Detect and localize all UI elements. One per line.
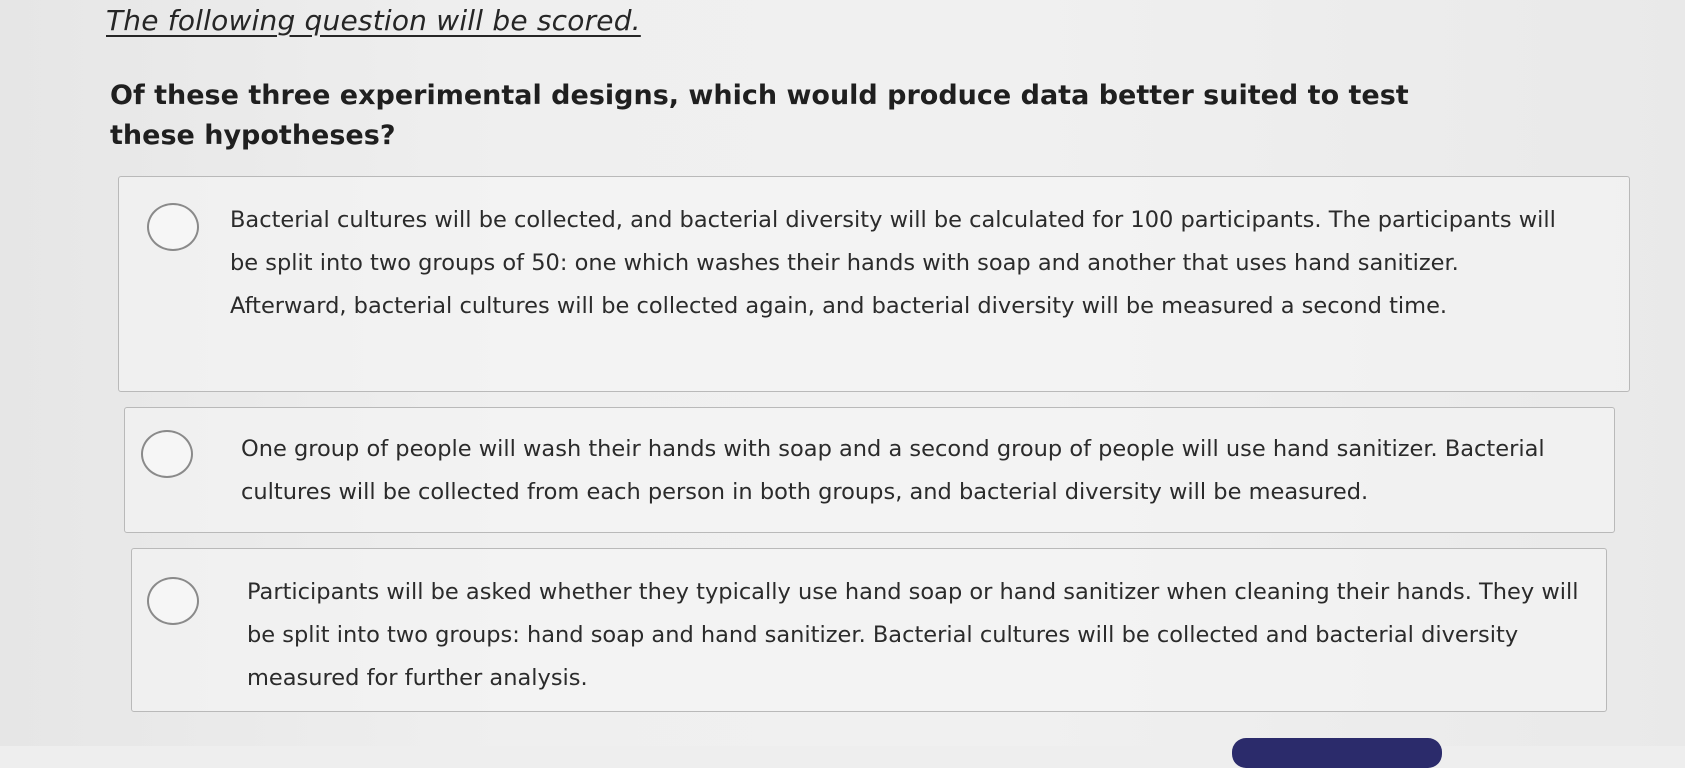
question-prompt: Of these three experimental designs, whi… [110,80,1409,151]
answer-option-3[interactable]: Participants will be asked whether they … [131,548,1607,712]
answer-option-1-text: Bacterial cultures will be collected, an… [230,207,1556,319]
answer-option-2-text: One group of people will wash their hand… [241,436,1545,505]
radio-button-3[interactable] [147,577,199,625]
question-page: The following question will be scored. O… [0,0,1685,768]
radio-button-2[interactable] [141,430,193,478]
answer-option-1[interactable]: Bacterial cultures will be collected, an… [118,176,1630,392]
next-button-partial[interactable] [1232,738,1442,768]
scored-notice: The following question will be scored. [106,4,641,37]
answer-option-2[interactable]: One group of people will wash their hand… [124,407,1615,533]
radio-button-1[interactable] [147,203,199,251]
answer-option-3-text: Participants will be asked whether they … [247,579,1579,691]
